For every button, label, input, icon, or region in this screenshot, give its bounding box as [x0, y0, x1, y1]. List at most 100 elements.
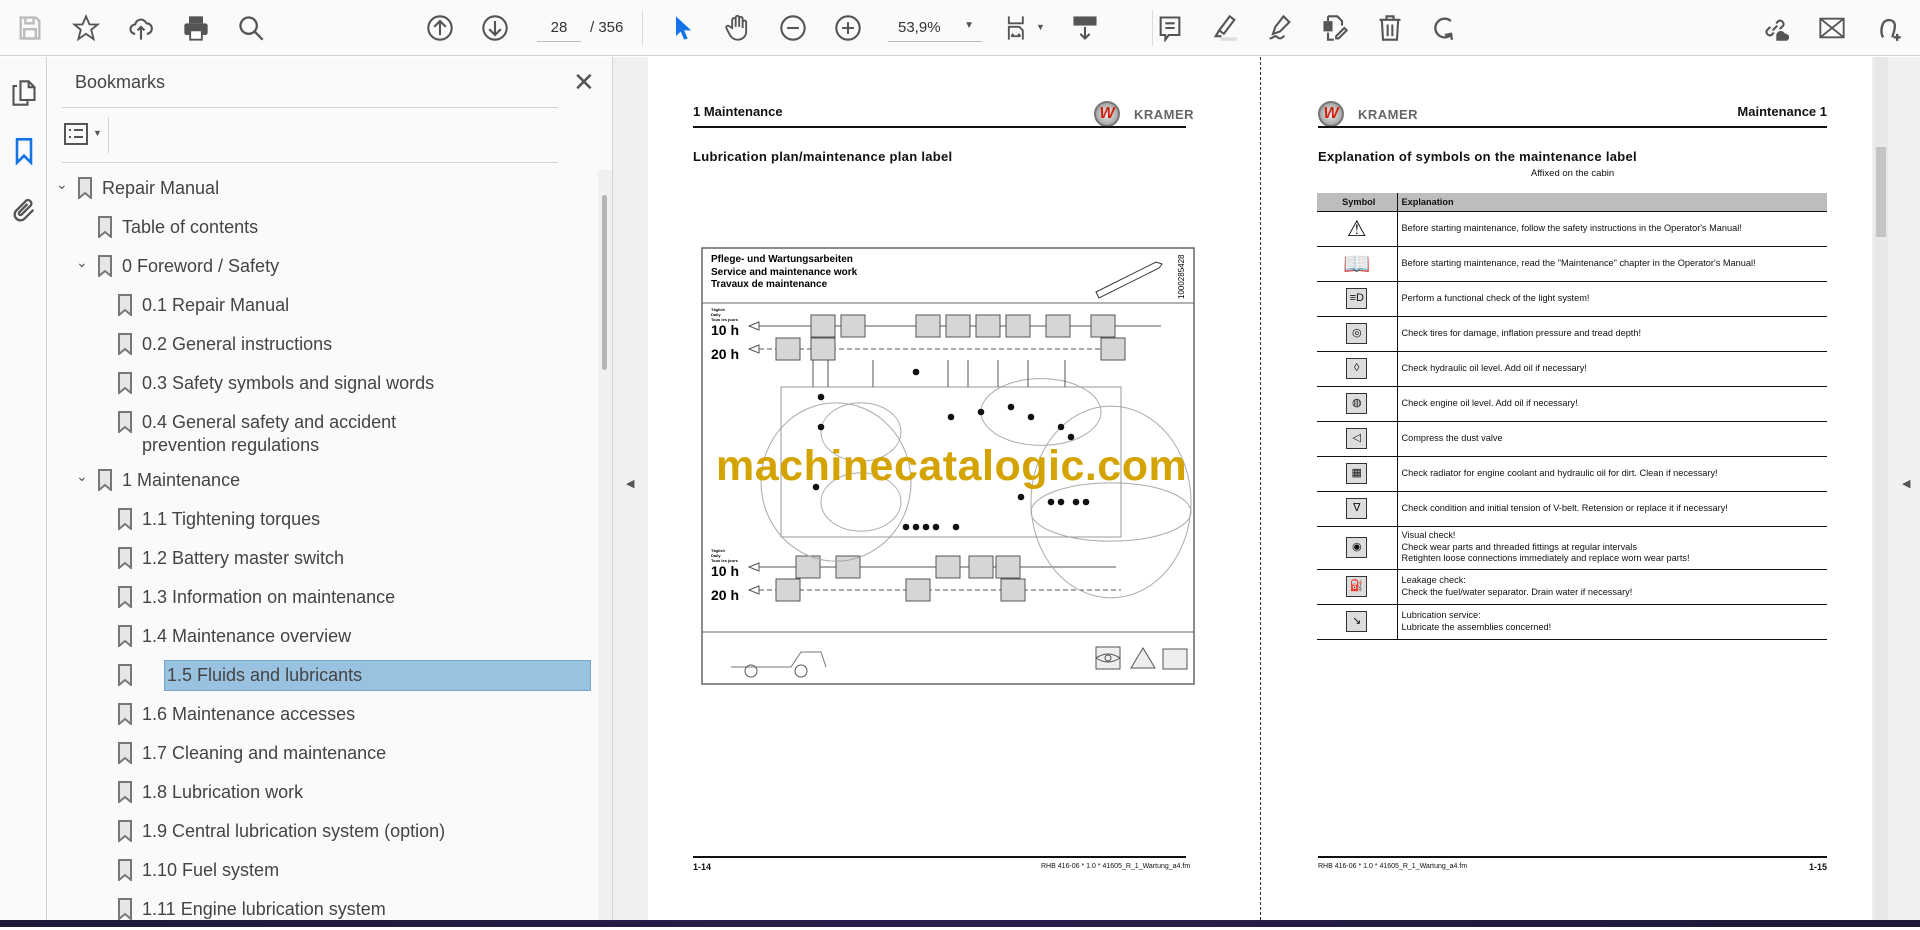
- print-button[interactable]: [179, 11, 213, 45]
- warning-triangle-icon: ⚠: [1346, 215, 1367, 241]
- scrollbar-thumb[interactable]: [1876, 147, 1886, 237]
- lubrication-point: [977, 408, 985, 416]
- bookmarks-scrollbar[interactable]: [598, 170, 612, 920]
- zoom-out-button[interactable]: [776, 11, 810, 45]
- lubrication-point: [817, 423, 825, 431]
- maintenance-symbol-box: [975, 314, 1001, 338]
- bookmark-item[interactable]: 1.3 Information on maintenance: [48, 579, 588, 618]
- bookmark-icon: [118, 703, 132, 727]
- scrollbar-thumb[interactable]: [602, 195, 607, 370]
- lubrication-point: [912, 368, 920, 376]
- lubrication-point: [1007, 403, 1015, 411]
- zoom-level-dropdown[interactable]: 53,9% ▼: [888, 14, 982, 42]
- bookmark-item[interactable]: 1.7 Cleaning and maintenance: [48, 735, 588, 774]
- interval-20h: 20 h: [711, 346, 739, 362]
- bookmark-item[interactable]: Table of contents: [48, 209, 588, 248]
- explanation-cell: Check tires for damage, inflation pressu…: [1397, 316, 1827, 352]
- save-button[interactable]: [13, 11, 47, 45]
- maintenance-symbol-box: [775, 337, 801, 361]
- page-subtitle: Affixed on the cabin: [1530, 168, 1615, 179]
- sign-button[interactable]: [1263, 11, 1297, 45]
- bookmark-item[interactable]: 1.8 Lubrication work: [48, 774, 588, 813]
- explanation-cell: Check engine oil level. Add oil if neces…: [1397, 386, 1827, 422]
- bookmark-item[interactable]: ⌄ 0 Foreword / Safety: [48, 248, 588, 287]
- bookmark-item[interactable]: 0.1 Repair Manual: [48, 287, 588, 326]
- explanation-cell: Before starting maintenance, follow the …: [1397, 211, 1827, 247]
- page-thumbnails-icon[interactable]: [10, 79, 38, 107]
- bookmark-options-button[interactable]: ▼: [64, 123, 104, 149]
- plus-circle-icon: [835, 15, 861, 41]
- bookmark-star-button[interactable]: [69, 11, 103, 45]
- symbol-cell: ∇: [1317, 491, 1398, 527]
- comment-button[interactable]: [1153, 11, 1187, 45]
- open-book-icon: 📖: [1343, 250, 1371, 276]
- edit-pdf-button[interactable]: [1318, 11, 1352, 45]
- scrolling-mode-button[interactable]: [1068, 11, 1102, 45]
- chevron-down-icon: ▼: [964, 20, 974, 31]
- divider: [108, 117, 109, 153]
- fit-page-button[interactable]: [1000, 11, 1034, 45]
- bookmark-item[interactable]: 1.1 Tightening torques: [48, 501, 588, 540]
- bookmark-icon: [78, 177, 92, 201]
- delete-button[interactable]: [1373, 11, 1407, 45]
- upload-cloud-button[interactable]: [124, 11, 158, 45]
- bookmark-tree: ⌄ Repair Manual Table of contents ⌄ 0 Forewo…: [48, 170, 591, 930]
- link-cloud-icon: [1765, 19, 1789, 41]
- bookmark-item[interactable]: 1.6 Maintenance accesses: [48, 696, 588, 735]
- chevron-down-icon[interactable]: ⌄: [56, 176, 72, 193]
- bookmark-item[interactable]: ⌄ Repair Manual: [48, 170, 588, 209]
- bookmark-item[interactable]: 1.9 Central lubrication system (option): [48, 813, 588, 852]
- chevron-down-icon[interactable]: ⌄: [76, 468, 92, 485]
- bookmark-icon: [118, 586, 132, 610]
- explanation-cell: Perform a functional check of the light …: [1397, 281, 1827, 317]
- bookmark-item[interactable]: 1.2 Battery master switch: [48, 540, 588, 579]
- diagram-heading-de: Pflege- und Wartungsarbeiten: [711, 254, 853, 265]
- share-link-button[interactable]: [1758, 11, 1792, 45]
- next-page-button[interactable]: [478, 11, 512, 45]
- page-1-14: 1 Maintenance W KRAMER Lubrication plan/m…: [648, 57, 1260, 920]
- close-icon[interactable]: ✕: [573, 69, 595, 95]
- chevron-down-icon[interactable]: ⌄: [76, 254, 92, 271]
- bookmark-item[interactable]: 1.5 Fluids and lubricants: [48, 657, 591, 696]
- maintenance-symbol-box: [795, 555, 821, 579]
- grease-gun-icon: ↘: [1346, 611, 1368, 632]
- explanation-cell: Leakage check: Check the fuel/water sepa…: [1397, 569, 1827, 605]
- star-icon: [72, 14, 100, 42]
- previous-page-button[interactable]: [423, 11, 457, 45]
- bookmark-label: 0.1 Repair Manual: [142, 295, 290, 315]
- symbols-table: Symbol Explanation ⚠ Before starting mai…: [1317, 193, 1827, 640]
- bookmark-item[interactable]: 0.2 General instructions: [48, 326, 588, 365]
- symbol-cell: ↘: [1317, 604, 1398, 640]
- attachments-paperclip-icon[interactable]: [10, 197, 38, 225]
- bookmark-item[interactable]: 1.10 Fuel system: [48, 852, 588, 891]
- bookmark-icon: [118, 898, 132, 922]
- hand-tool-button[interactable]: [721, 11, 755, 45]
- bookmarks-icon[interactable]: [10, 137, 38, 165]
- page-number-input[interactable]: [537, 14, 581, 42]
- email-button[interactable]: [1815, 11, 1849, 45]
- select-tool-button[interactable]: [666, 11, 700, 45]
- highlighter-icon: [1213, 14, 1237, 41]
- hand-icon: [725, 14, 748, 41]
- rotate-button[interactable]: [1428, 11, 1462, 45]
- maintenance-symbol-box: [1000, 578, 1026, 602]
- bookmark-item[interactable]: 0.4 General safety and accident preventi…: [48, 404, 588, 462]
- maintenance-symbol-box: [995, 555, 1021, 579]
- collapse-sidebar-handle[interactable]: ◀: [612, 57, 648, 920]
- table-row: ◎ Check tires for damage, inflation pres…: [1317, 316, 1827, 352]
- engine-oil-icon: ◍: [1346, 393, 1368, 414]
- explanation-cell: Lubrication service: Lubricate the assem…: [1397, 604, 1827, 640]
- add-user-button[interactable]: [1872, 11, 1906, 45]
- zoom-in-button[interactable]: [831, 11, 865, 45]
- dust-valve-icon: ◁: [1346, 428, 1368, 449]
- highlight-button[interactable]: [1208, 11, 1242, 45]
- find-button[interactable]: [234, 11, 268, 45]
- bookmark-item[interactable]: ⌄ 1 Maintenance: [48, 462, 588, 501]
- bookmark-item[interactable]: 0.3 Safety symbols and signal words: [48, 365, 588, 404]
- fit-dropdown-icon[interactable]: ▼: [1036, 22, 1045, 32]
- bookmark-item[interactable]: 1.4 Maintenance overview: [48, 618, 588, 657]
- bookmark-icon: [98, 216, 112, 240]
- bookmark-label: Table of contents: [122, 217, 259, 237]
- fit-width-icon: [1007, 16, 1024, 40]
- document-scrollbar[interactable]: [1874, 57, 1888, 920]
